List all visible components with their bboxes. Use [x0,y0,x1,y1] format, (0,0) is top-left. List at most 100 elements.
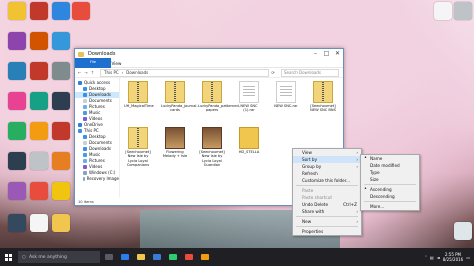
desktop-shortcut-icon[interactable] [8,152,26,170]
menu-item[interactable]: Undo Delete Ctrl+Z [293,201,361,208]
desktop-shortcut-icon[interactable] [434,2,452,20]
menu-item[interactable]: View › [293,149,361,156]
desktop-shortcut-icon[interactable] [52,62,70,80]
desktop-shortcut-icon[interactable] [52,2,70,20]
window-controls: – □ ✕ [310,49,343,59]
menu-item[interactable]: Date modified [361,162,419,169]
file-label: [Seechoumet] NEW SNC BNS [310,104,336,113]
menu-item[interactable]: • Name [361,155,419,162]
desktop-shortcut-icon[interactable] [30,122,48,140]
download-icon [83,93,87,97]
menu-item[interactable]: More... [361,203,419,210]
forward-arrow-icon[interactable]: → [84,70,87,75]
file-label: [Seechoumet] New Isle by Lycia Loyal Gua… [199,150,225,167]
menu-item[interactable]: • Ascending [361,186,419,193]
menu-item[interactable]: Paste shortcut [293,194,361,201]
file-label: [Seechoumet] New Isle by Lycia Loyal Com… [125,150,151,167]
desktop-shortcut-icon[interactable] [8,182,26,200]
desktop-shortcut-icon[interactable] [30,152,48,170]
menu-item[interactable]: Descending [361,193,419,200]
taskbar: ○ Ask me anything ˄ ▤ ◄ 2:55 PM 8/25/201… [0,248,474,266]
desktop-icon [83,135,87,139]
file-item[interactable]: UH_MagicalTime [124,81,154,108]
maximize-button[interactable]: □ [321,49,332,59]
desktop-shortcut-icon[interactable] [52,92,70,110]
menu-item[interactable]: Customize this folder... [293,177,361,184]
task-view-button[interactable] [102,248,116,266]
tab-view[interactable]: View [111,61,121,66]
notifications-icon[interactable]: ▭ [466,255,470,260]
menu-item[interactable]: Group by › [293,163,361,170]
desktop-shortcut-icon[interactable] [72,2,90,20]
breadcrumb-this-pc[interactable]: This PC [104,70,119,75]
desktop-shortcut-icon[interactable] [30,32,48,50]
zip-file-icon [313,81,333,103]
desktop-shortcut-icon[interactable] [52,122,70,140]
network-icon[interactable]: ▤ [430,255,434,260]
menu-item-label: Paste shortcut [302,195,332,200]
menu-item[interactable]: Sort by › [293,156,361,163]
desktop-shortcut-icon[interactable] [30,182,48,200]
taskbar-app-icon[interactable] [198,248,212,266]
desktop-shortcut-icon[interactable] [30,2,48,20]
file-item[interactable]: LuckyPanda_patterned-papers [198,81,240,113]
taskbar-edge-icon[interactable] [118,248,132,266]
cortana-search-box[interactable]: ○ Ask me anything [18,251,100,263]
window-title: Downloads [88,51,116,57]
taskbar-explorer-icon[interactable] [134,248,148,266]
refresh-icon[interactable]: ⟳ [269,70,277,75]
taskbar-store-icon[interactable] [150,248,164,266]
breadcrumb-downloads[interactable]: Downloads [126,70,148,75]
desktop-shortcut-icon[interactable] [8,62,26,80]
desktop-shortcut-icon[interactable] [8,2,26,20]
file-item[interactable]: LuckyPanda_journal-cards [161,81,198,113]
title-bar[interactable]: Downloads – □ ✕ [75,49,343,59]
desktop-shortcut-icon[interactable] [30,92,48,110]
desktop-shortcut-icon[interactable] [8,92,26,110]
menu-item[interactable]: Properties [293,228,361,235]
desktop-shortcut-icon[interactable] [30,62,48,80]
back-arrow-icon[interactable]: ← [78,70,81,75]
search-icon: ○ [22,254,26,260]
desktop-shortcut-icon[interactable] [8,214,26,232]
close-button[interactable]: ✕ [332,49,343,59]
menu-item[interactable]: Share with › [293,208,361,215]
menu-item[interactable]: Refresh [293,170,361,177]
menu-item[interactable]: Type [361,169,419,176]
menu-item[interactable]: Paste [293,187,361,194]
file-item[interactable]: Flowering Melody + Isle [161,127,189,159]
file-item[interactable]: [Seechoumet] New Isle by Lycia Loyal Com… [124,127,152,167]
desktop-shortcut-icon[interactable] [454,2,472,20]
taskbar-app-icon[interactable] [166,248,180,266]
file-item[interactable]: [Seechoumet] NEW SNC BNS [309,81,337,113]
chevron-up-icon[interactable]: ˄ [425,255,427,260]
windows-logo-icon [4,253,12,261]
start-button[interactable] [0,248,16,266]
menu-item[interactable]: Size [361,176,419,183]
desktop-shortcut-icon[interactable] [52,214,70,232]
search-input[interactable]: Search Downloads [281,68,339,77]
recycle-bin-icon[interactable] [454,222,472,240]
up-arrow-icon[interactable]: ↑ [91,70,94,75]
file-item[interactable]: NEW SNC (1).rar [235,81,263,113]
desktop-shortcut-icon[interactable] [52,152,70,170]
tab-file[interactable]: File [75,58,111,68]
file-item[interactable]: NEW SNC.rar [272,81,300,108]
star-icon [78,81,82,85]
minimize-button[interactable]: – [310,49,321,59]
desktop-shortcut-icon[interactable] [8,122,26,140]
menu-shortcut: Ctrl+Z [343,202,357,207]
taskbar-app-icon[interactable] [182,248,196,266]
desktop-shortcut-icon[interactable] [30,214,48,232]
clock[interactable]: 2:55 PM 8/25/2016 [443,252,464,262]
desktop-shortcut-icon[interactable] [52,182,70,200]
desktop-shortcut-icon[interactable] [52,32,70,50]
file-item[interactable]: [Seechoumet] New Isle by Lycia Loyal Gua… [198,127,226,167]
sidebar-item[interactable]: Recovery Image [75,176,119,182]
menu-separator [364,184,416,185]
menu-item[interactable]: New › [293,218,361,225]
address-bar[interactable]: This PC › Downloads [100,68,269,77]
file-item[interactable]: HD_STELLA [235,127,263,154]
desktop-shortcut-icon[interactable] [8,32,26,50]
volume-icon[interactable]: ◄ [437,255,440,260]
